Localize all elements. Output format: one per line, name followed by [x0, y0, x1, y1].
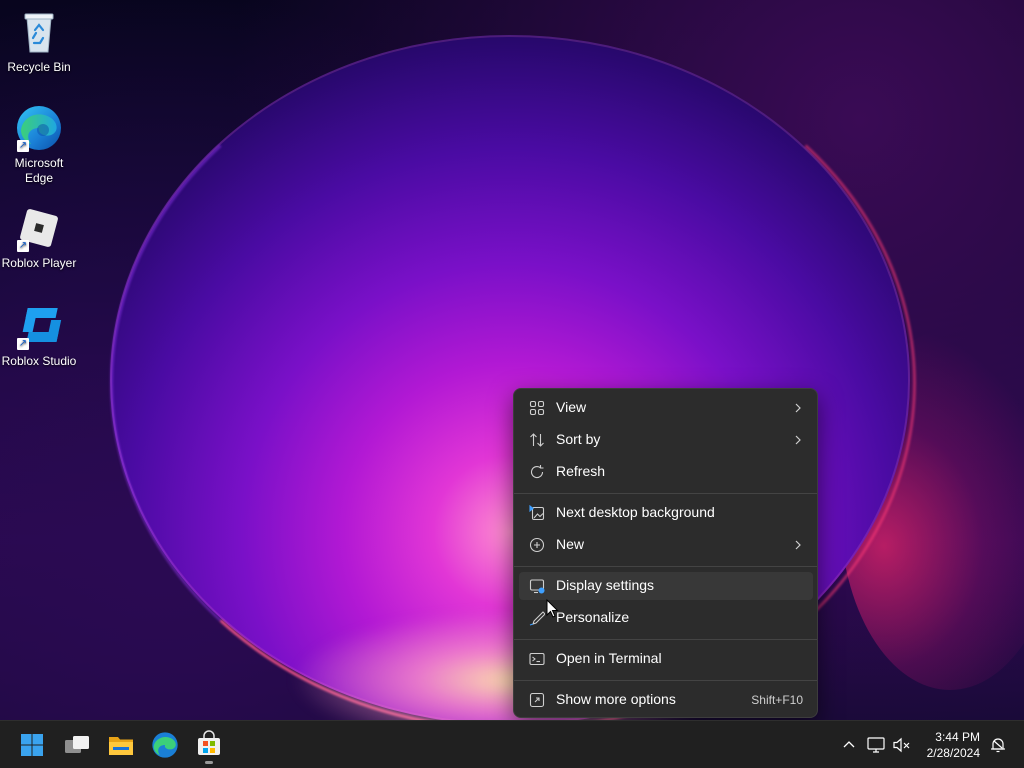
- menu-item-shortcut: Shift+F10: [751, 693, 803, 707]
- show-more-options-icon: [529, 692, 545, 708]
- menu-item-view[interactable]: View: [519, 394, 813, 422]
- clock-date: 2/28/2024: [926, 746, 980, 760]
- menu-separator: [514, 493, 817, 494]
- running-indicator: [205, 761, 213, 764]
- chevron-up-icon: [839, 741, 859, 759]
- menu-item-label: Open in Terminal: [556, 650, 662, 666]
- menu-item-open-in-terminal[interactable]: Open in Terminal: [519, 645, 813, 673]
- desktop-context-menu: View Sort by Refresh Next desktop backgr…: [513, 388, 818, 718]
- menu-item-label: Display settings: [556, 577, 655, 593]
- volume-button[interactable]: [892, 735, 912, 755]
- next-background-icon: [529, 504, 545, 521]
- microsoft-store-button[interactable]: [193, 729, 225, 764]
- notifications-button[interactable]: [988, 735, 1008, 755]
- mouse-cursor-icon: [546, 598, 560, 619]
- edge-icon: [149, 732, 181, 765]
- recycle-bin-icon: [15, 8, 63, 56]
- sort-icon: [529, 432, 545, 448]
- menu-separator: [514, 566, 817, 567]
- grid-view-icon: [529, 400, 545, 416]
- taskbar: 3:44 PM 2/28/2024: [0, 720, 1024, 768]
- taskbar-clock[interactable]: 3:44 PM 2/28/2024: [927, 729, 980, 761]
- roblox-studio-icon: ↗: [15, 302, 63, 350]
- desktop-icon-roblox-player[interactable]: ↗ Roblox Player: [0, 204, 78, 271]
- network-button[interactable]: [866, 735, 886, 755]
- volume-muted-icon: [892, 737, 912, 759]
- menu-item-sort-by[interactable]: Sort by: [519, 426, 813, 454]
- roblox-player-icon: ↗: [15, 204, 63, 252]
- menu-item-display-settings[interactable]: Display settings: [519, 572, 813, 600]
- start-icon: [16, 734, 48, 765]
- desktop-icon-label: Roblox Studio: [1, 354, 77, 368]
- shortcut-arrow-icon: ↗: [17, 338, 29, 350]
- shortcut-arrow-icon: ↗: [17, 140, 29, 152]
- shortcut-arrow-icon: ↗: [17, 240, 29, 252]
- menu-item-label: Next desktop background: [556, 504, 715, 520]
- menu-item-personalize[interactable]: Personalize: [519, 604, 813, 632]
- file-explorer-icon: [105, 737, 137, 765]
- new-plus-icon: [529, 537, 545, 553]
- menu-item-refresh[interactable]: Refresh: [519, 458, 813, 486]
- desktop-icon-label: Microsoft Edge: [14, 156, 64, 185]
- terminal-icon: [529, 651, 545, 667]
- network-icon: [866, 737, 886, 759]
- edge-icon: ↗: [15, 104, 63, 152]
- desktop-icon-label: Roblox Player: [1, 256, 77, 270]
- notification-bell-icon: [988, 738, 1008, 759]
- desktop-icon-label: Recycle Bin: [7, 60, 71, 74]
- menu-item-new[interactable]: New: [519, 531, 813, 559]
- chevron-right-icon: [793, 537, 803, 553]
- chevron-right-icon: [793, 432, 803, 448]
- personalize-brush-icon: [529, 610, 546, 626]
- desktop-icon-roblox-studio[interactable]: ↗ Roblox Studio: [0, 302, 78, 369]
- menu-separator: [514, 680, 817, 681]
- menu-item-label: Sort by: [556, 431, 601, 447]
- desktop-wallpaper[interactable]: [0, 0, 1024, 720]
- menu-item-label: Refresh: [556, 463, 606, 479]
- menu-separator: [514, 639, 817, 640]
- display-settings-icon: [529, 578, 545, 594]
- task-view-icon: [61, 736, 93, 765]
- menu-item-show-more-options[interactable]: Show more options Shift+F10: [519, 686, 813, 714]
- menu-item-label: Show more options: [556, 691, 676, 707]
- menu-item-label: View: [556, 399, 587, 415]
- desktop-icon-microsoft-edge[interactable]: ↗ Microsoft Edge: [0, 104, 78, 186]
- start-button[interactable]: [16, 729, 48, 761]
- menu-item-label: New: [556, 536, 585, 552]
- task-view-button[interactable]: [61, 729, 93, 761]
- menu-item-next-desktop-background[interactable]: Next desktop background: [519, 499, 813, 527]
- refresh-icon: [529, 464, 545, 480]
- clock-time: 3:44 PM: [935, 730, 980, 744]
- desktop-icon-recycle-bin[interactable]: Recycle Bin: [0, 8, 78, 75]
- edge-taskbar-button[interactable]: [149, 729, 181, 761]
- menu-item-label: Personalize: [556, 609, 630, 625]
- file-explorer-button[interactable]: [105, 729, 137, 761]
- chevron-right-icon: [793, 400, 803, 416]
- show-hidden-icons-button[interactable]: [839, 735, 859, 755]
